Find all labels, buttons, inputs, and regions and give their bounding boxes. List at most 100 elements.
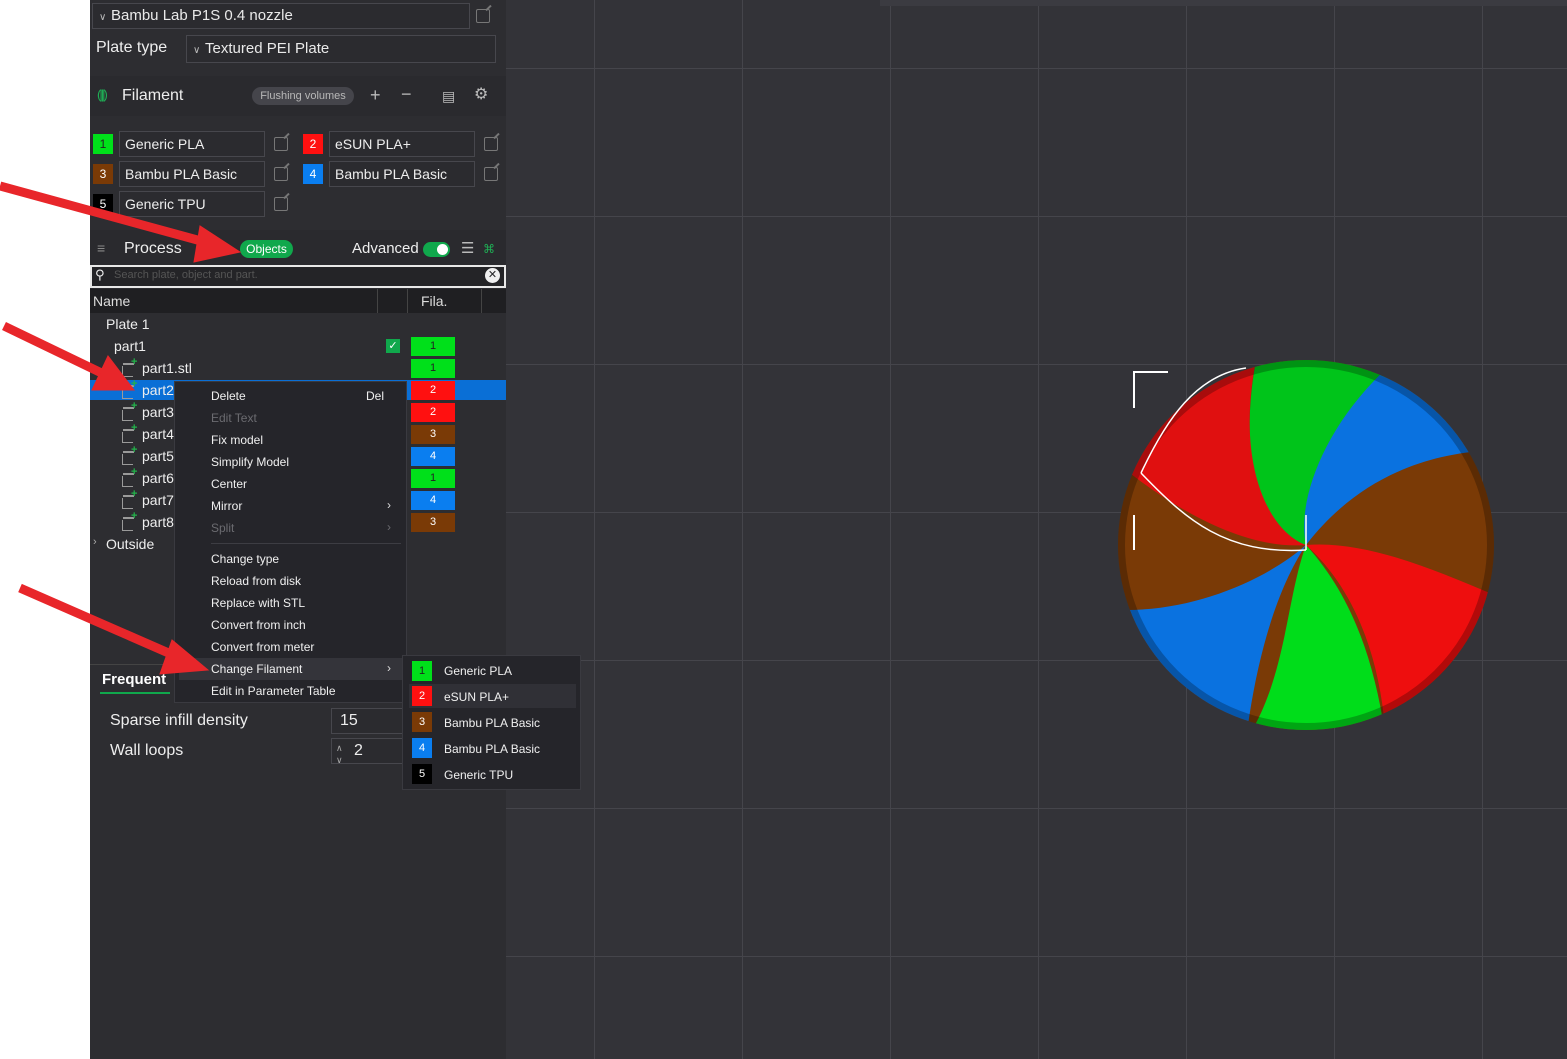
printer-preset-label: Bambu Lab P1S 0.4 nozzle <box>111 7 293 24</box>
list-view-icon[interactable]: ☰ <box>461 240 474 258</box>
edit-filament-icon[interactable] <box>484 137 498 151</box>
part-fila-cell[interactable]: 4 <box>411 491 455 510</box>
part-icon <box>122 510 137 531</box>
filament-dropdown[interactable]: Generic PLA <box>119 131 265 157</box>
part-fila-cell[interactable]: 2 <box>411 381 455 400</box>
part-icon <box>122 422 137 443</box>
filament-dropdown[interactable]: Bambu PLA Basic <box>119 161 265 187</box>
filament-color-chip[interactable]: 3 <box>93 164 113 184</box>
stepper-down-icon[interactable]: ∨ <box>336 748 343 772</box>
filament-color-chip: 2 <box>412 686 432 706</box>
plate-node[interactable]: Plate 1 <box>106 316 150 332</box>
auto-arrange-icon[interactable]: ⌘ <box>483 240 495 258</box>
menu-item-convert-from-inch[interactable]: Convert from inch <box>211 618 306 632</box>
filament-sync-icon[interactable]: ▤ <box>442 87 455 105</box>
column-name[interactable]: Name <box>93 293 130 309</box>
menu-item-edit-text[interactable]: Edit Text <box>211 411 257 425</box>
gear-icon[interactable]: ⚙ <box>474 86 488 104</box>
filament-dropdown[interactable]: Bambu PLA Basic <box>329 161 475 187</box>
3d-viewport[interactable] <box>506 0 1567 1059</box>
submenu-item-filament[interactable]: Bambu PLA Basic <box>444 716 540 730</box>
filament-color-chip: 3 <box>412 712 432 732</box>
part-name[interactable]: part6 <box>142 470 174 486</box>
filament-color-chip[interactable]: 1 <box>93 134 113 154</box>
wall-loops-stepper[interactable]: ∧ ∨ 2 <box>331 738 411 765</box>
object-fila-cell[interactable]: 1 <box>411 337 455 356</box>
menu-item-delete[interactable]: Delete <box>211 389 246 403</box>
printer-preset-dropdown[interactable]: ∨ Bambu Lab P1S 0.4 nozzle <box>92 3 470 29</box>
part-name[interactable]: part3 <box>142 404 174 420</box>
part-name[interactable]: part7 <box>142 492 174 508</box>
menu-item-change-filament[interactable]: Change Filament <box>211 662 302 676</box>
filament-dropdown[interactable]: eSUN PLA+ <box>329 131 475 157</box>
part-name[interactable]: part5 <box>142 448 174 464</box>
part-icon <box>122 378 137 399</box>
menu-item-center[interactable]: Center <box>211 477 247 491</box>
filament-color-chip[interactable]: 2 <box>303 134 323 154</box>
plate-type-dropdown[interactable]: ∨ Textured PEI Plate <box>186 35 496 63</box>
sparse-infill-input[interactable]: 15 <box>331 708 411 734</box>
part-fila-cell[interactable]: 4 <box>411 447 455 466</box>
part-icon <box>122 444 137 465</box>
clear-search-icon[interactable]: ✕ <box>485 268 500 283</box>
search-placeholder: Search plate, object and part. <box>114 269 258 281</box>
menu-item-mirror[interactable]: Mirror <box>211 499 242 513</box>
part-icon <box>122 466 137 487</box>
bounding-box-corner <box>1133 371 1168 408</box>
filament-dropdown[interactable]: Generic TPU <box>119 191 265 217</box>
menu-item-fix-model[interactable]: Fix model <box>211 433 263 447</box>
menu-item-replace-with-stl[interactable]: Replace with STL <box>211 596 305 610</box>
submenu-item-filament[interactable]: eSUN PLA+ <box>444 690 509 704</box>
edit-filament-icon[interactable] <box>274 137 288 151</box>
part-fila-cell[interactable]: 1 <box>411 469 455 488</box>
plate-type-value: Textured PEI Plate <box>205 40 330 57</box>
part-name[interactable]: part1.stl <box>142 360 192 376</box>
chevron-right-icon: › <box>387 520 391 534</box>
minus-icon[interactable]: − <box>401 85 412 103</box>
submenu-item-filament[interactable]: Generic PLA <box>444 664 512 678</box>
edit-printer-icon[interactable] <box>476 9 490 23</box>
menu-item-simplify-model[interactable]: Simplify Model <box>211 455 289 469</box>
submenu-item-filament[interactable]: Bambu PLA Basic <box>444 742 540 756</box>
part-fila-cell[interactable]: 1 <box>411 359 455 378</box>
filament-color-chip[interactable]: 5 <box>93 194 113 214</box>
filament-color-chip: 1 <box>412 661 432 681</box>
menu-item-reload-from-disk[interactable]: Reload from disk <box>211 574 301 588</box>
filament-color-chip[interactable]: 4 <box>303 164 323 184</box>
switch-knob <box>437 244 448 255</box>
menu-item-split[interactable]: Split <box>211 521 234 535</box>
menu-item-change-type[interactable]: Change type <box>211 552 279 566</box>
menu-item-convert-from-meter[interactable]: Convert from meter <box>211 640 314 654</box>
part-name[interactable]: part2 <box>142 382 174 398</box>
column-fila[interactable]: Fila. <box>421 293 447 309</box>
advanced-switch[interactable] <box>423 242 450 257</box>
part-icon <box>122 488 137 509</box>
menu-item-edit-in-parameter-table[interactable]: Edit in Parameter Table <box>211 684 336 698</box>
printable-checkbox[interactable]: ✓ <box>386 339 400 353</box>
part-fila-cell[interactable]: 3 <box>411 513 455 532</box>
column-divider <box>407 289 408 313</box>
grid-line <box>506 216 1567 217</box>
change-filament-submenu: 1 Generic PLA 2 eSUN PLA+ 3 Bambu PLA Ba… <box>402 655 581 790</box>
flushing-volumes-button[interactable]: Flushing volumes <box>252 87 354 105</box>
part-fila-cell[interactable]: 2 <box>411 403 455 422</box>
chevron-right-icon: › <box>387 498 391 512</box>
model-disc[interactable] <box>1106 340 1526 760</box>
edit-filament-icon[interactable] <box>274 197 288 211</box>
edit-filament-icon[interactable] <box>484 167 498 181</box>
outside-node[interactable]: Outside <box>106 536 154 552</box>
object-node[interactable]: part1 <box>114 338 146 354</box>
objects-toggle[interactable]: Objects <box>240 240 293 258</box>
edit-filament-icon[interactable] <box>274 167 288 181</box>
part-fila-cell[interactable]: 3 <box>411 425 455 444</box>
plus-icon[interactable]: + <box>370 86 381 104</box>
part-name[interactable]: part8 <box>142 514 174 530</box>
column-divider <box>377 289 378 313</box>
tab-frequent[interactable]: Frequent <box>102 671 166 688</box>
part-name[interactable]: part4 <box>142 426 174 442</box>
chevron-right-icon[interactable]: › <box>93 536 97 548</box>
grid-line <box>506 808 1567 809</box>
submenu-item-filament[interactable]: Generic TPU <box>444 768 513 782</box>
filament-spool-icon: (|||) <box>97 87 108 102</box>
search-box[interactable]: ⚲ Search plate, object and part. ✕ <box>90 265 506 288</box>
